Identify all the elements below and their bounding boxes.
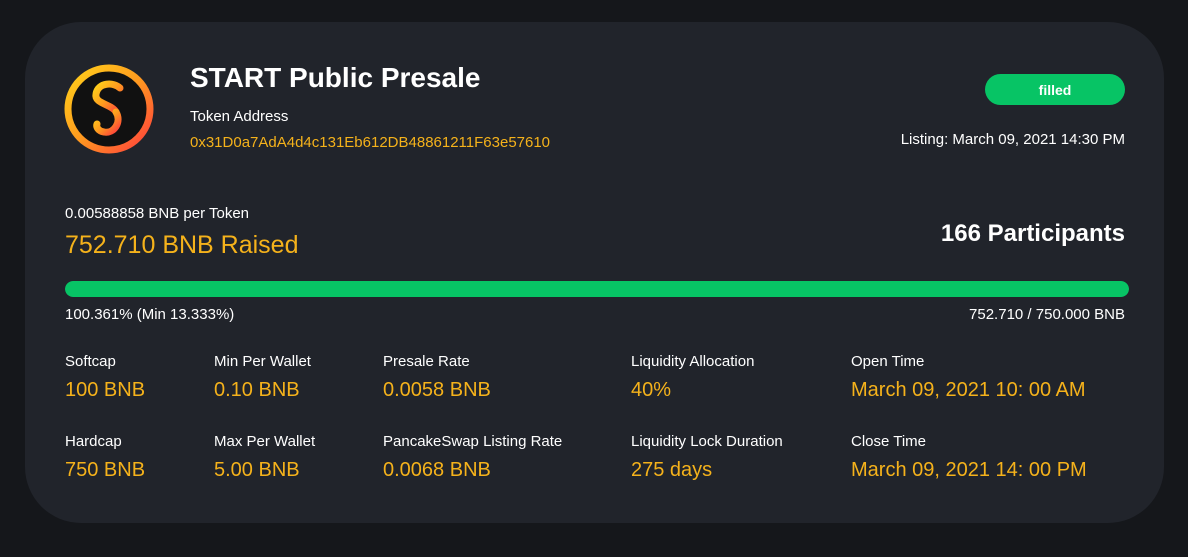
listing-time: Listing: March 09, 2021 14:30 PM — [900, 131, 1125, 148]
stat-softcap: Softcap 100 BNB — [65, 353, 145, 402]
stat-label: Liquidity Lock Duration — [631, 433, 783, 450]
progress-amount: 752.710 / 750.000 BNB — [969, 306, 1125, 323]
page-title: START Public Presale — [190, 62, 481, 93]
stat-value: 100 BNB — [65, 379, 146, 401]
stat-label: Close Time — [851, 433, 927, 450]
status-badge: filled — [985, 74, 1125, 105]
token-address-link[interactable]: 0x31D0a7AdA4d4c131Eb612DB48861211F63e576… — [190, 134, 550, 151]
amount-raised: 752.710 BNB Raised — [65, 231, 299, 259]
stat-hardcap: Hardcap 750 BNB — [65, 433, 145, 482]
stat-label: Open Time — [851, 353, 925, 370]
presale-card: START Public Presale Token Address 0x31D… — [25, 22, 1164, 523]
token-rate: 0.00588858 BNB per Token — [65, 205, 250, 222]
stat-value: 0.0058 BNB — [383, 379, 491, 401]
stat-value: 275 days — [631, 459, 713, 481]
stat-value: 0.10 BNB — [214, 379, 300, 401]
stat-label: Max Per Wallet — [214, 433, 316, 450]
stat-value: March 09, 2021 14: 00 PM — [851, 459, 1087, 481]
progress-bar — [65, 281, 1129, 297]
progress-percent: 100.361% (Min 13.333%) — [65, 306, 235, 323]
stat-max-per-wallet: Max Per Wallet 5.00 BNB — [214, 433, 315, 482]
stat-value: 750 BNB — [65, 459, 146, 481]
stat-label: Hardcap — [65, 433, 122, 450]
stat-close-time: Close Time March 09, 2021 14: 00 PM — [851, 433, 1087, 482]
stat-min-per-wallet: Min Per Wallet 0.10 BNB — [214, 353, 311, 402]
stat-value: 5.00 BNB — [214, 459, 300, 481]
stat-listing-rate: PancakeSwap Listing Rate 0.0068 BNB — [383, 433, 562, 482]
stat-value: March 09, 2021 10: 00 AM — [851, 379, 1086, 401]
stat-open-time: Open Time March 09, 2021 10: 00 AM — [851, 353, 1086, 402]
stat-value: 40% — [631, 379, 672, 401]
stat-label: PancakeSwap Listing Rate — [383, 433, 563, 450]
participants-count: 166 Participants — [940, 220, 1125, 247]
token-address-label: Token Address — [190, 108, 289, 125]
stat-label: Min Per Wallet — [214, 353, 311, 370]
stat-value: 0.0068 BNB — [383, 459, 491, 481]
stat-presale-rate: Presale Rate 0.0058 BNB — [383, 353, 491, 402]
start-token-logo-icon — [64, 64, 154, 154]
stat-label: Softcap — [65, 353, 116, 370]
progress-bar-fill — [65, 281, 1129, 297]
stat-liquidity-lock: Liquidity Lock Duration 275 days — [631, 433, 783, 482]
stat-label: Presale Rate — [383, 353, 470, 370]
stat-liquidity-allocation: Liquidity Allocation 40% — [631, 353, 754, 402]
stat-label: Liquidity Allocation — [631, 353, 755, 370]
